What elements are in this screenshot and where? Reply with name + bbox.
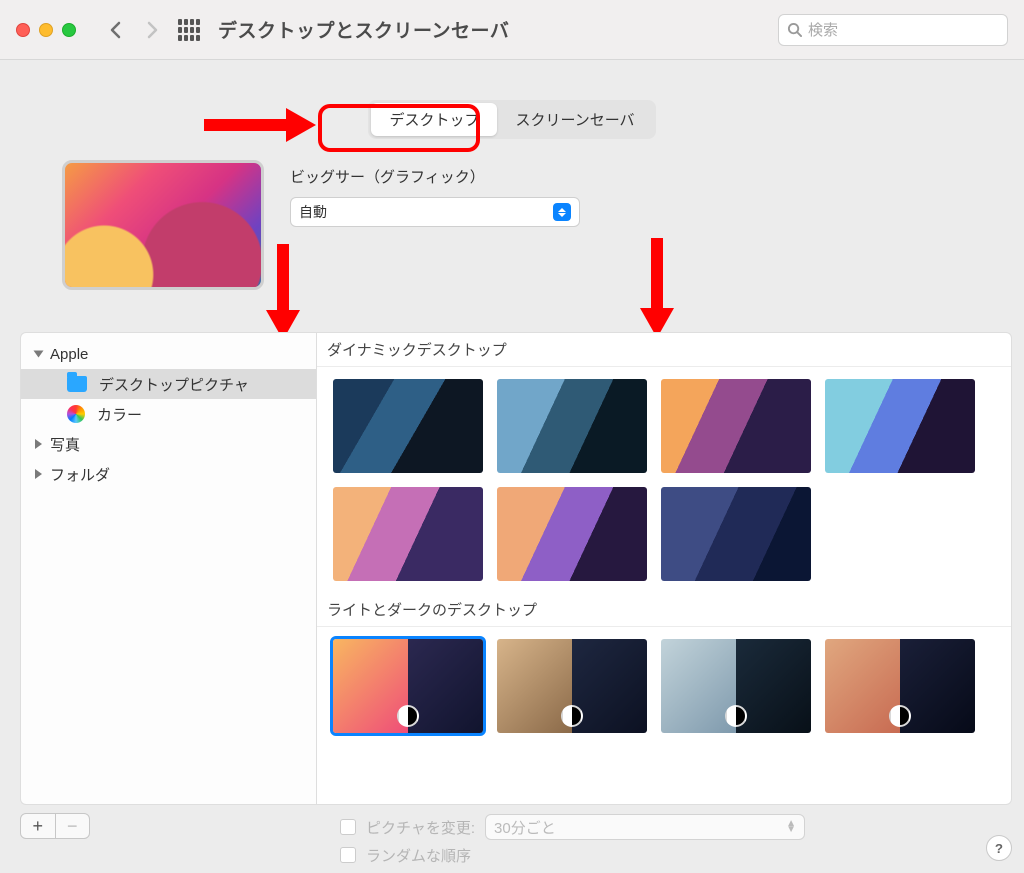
wallpaper-thumb[interactable] xyxy=(333,379,483,473)
search-placeholder: 検索 xyxy=(808,19,838,40)
zoom-window-button[interactable] xyxy=(62,23,76,37)
color-wheel-icon xyxy=(67,405,85,423)
wallpaper-thumb[interactable] xyxy=(333,487,483,581)
toolbar: デスクトップとスクリーンセーバ 検索 xyxy=(0,0,1024,60)
appearance-mode-dropdown[interactable]: 自動 xyxy=(290,197,580,227)
wallpaper-thumb[interactable] xyxy=(497,379,647,473)
sidebar-label: Apple xyxy=(50,346,88,363)
sidebar-group-photos[interactable]: 写真 xyxy=(21,429,316,459)
main-split: Apple デスクトップピクチャ カラー 写真 フォルダ ダイナミックデスクトッ… xyxy=(20,332,1012,805)
wallpaper-grid-panel: ダイナミックデスクトップ ライトとダークのデスクトップ xyxy=(316,332,1012,805)
disclosure-triangle-icon xyxy=(35,439,42,449)
light-dark-badge-icon xyxy=(725,705,747,727)
footer-options: ピクチャを変更: 30分ごと ▲▼ ランダムな順序 xyxy=(340,813,805,869)
change-picture-label: ピクチャを変更: xyxy=(366,817,475,838)
chevron-left-icon xyxy=(109,21,121,39)
wallpaper-thumb[interactable] xyxy=(825,379,975,473)
sidebar-label: フォルダ xyxy=(50,464,110,485)
add-source-button[interactable]: + xyxy=(21,814,56,838)
wallpaper-thumb[interactable] xyxy=(661,379,811,473)
wallpaper-thumb[interactable] xyxy=(497,487,647,581)
tab-segmented-control: デスクトップ スクリーンセーバ xyxy=(368,100,655,139)
wallpaper-thumb[interactable] xyxy=(661,487,811,581)
sidebar-label: 写真 xyxy=(50,434,80,455)
light-dark-badge-icon xyxy=(397,705,419,727)
annotation-arrow-right xyxy=(204,104,316,146)
sidebar-group-folders[interactable]: フォルダ xyxy=(21,459,316,489)
dynamic-thumbnails xyxy=(317,367,1011,593)
help-button[interactable]: ? xyxy=(986,835,1012,861)
folder-icon xyxy=(67,376,87,392)
sidebar-item-colors[interactable]: カラー xyxy=(21,399,316,429)
back-button[interactable] xyxy=(102,17,128,43)
current-wallpaper-preview xyxy=(62,160,264,290)
tab-row: デスクトップ スクリーンセーバ xyxy=(0,100,1024,139)
all-prefs-icon[interactable] xyxy=(178,19,200,41)
wallpaper-thumb[interactable] xyxy=(333,639,483,733)
footer: + − ピクチャを変更: 30分ごと ▲▼ ランダムな順序 xyxy=(20,807,1012,873)
wallpaper-name-label: ビッグサー（グラフィック） xyxy=(290,166,580,187)
interval-selected: 30分ごと xyxy=(494,817,556,838)
search-icon xyxy=(787,22,802,37)
sidebar-label: カラー xyxy=(97,404,142,425)
change-picture-checkbox[interactable] xyxy=(340,819,356,835)
wallpaper-thumb[interactable] xyxy=(661,639,811,733)
window-controls xyxy=(16,23,76,37)
tab-desktop[interactable]: デスクトップ xyxy=(371,103,497,136)
tab-screensaver[interactable]: スクリーンセーバ xyxy=(497,103,652,136)
sidebar-group-apple[interactable]: Apple xyxy=(21,339,316,369)
add-remove-source: + − xyxy=(20,813,90,839)
remove-source-button[interactable]: − xyxy=(56,814,90,838)
minimize-window-button[interactable] xyxy=(39,23,53,37)
dropdown-selected-value: 自動 xyxy=(299,202,327,222)
window-title: デスクトップとスクリーンセーバ xyxy=(218,16,509,43)
preview-area: ビッグサー（グラフィック） 自動 xyxy=(62,160,580,290)
updown-chevron-icon: ▲▼ xyxy=(786,821,796,833)
sidebar-label: デスクトップピクチャ xyxy=(99,374,249,395)
wallpaper-thumb[interactable] xyxy=(497,639,647,733)
annotation-arrow-down-right xyxy=(636,238,678,338)
random-order-checkbox[interactable] xyxy=(340,847,356,863)
forward-button[interactable] xyxy=(140,17,166,43)
source-sidebar: Apple デスクトップピクチャ カラー 写真 フォルダ xyxy=(20,332,316,805)
chevron-right-icon xyxy=(147,21,159,39)
updown-chevron-icon xyxy=(553,203,571,221)
change-interval-dropdown[interactable]: 30分ごと ▲▼ xyxy=(485,814,805,840)
disclosure-triangle-icon xyxy=(34,351,44,358)
lightdark-thumbnails xyxy=(317,627,1011,745)
search-field[interactable]: 検索 xyxy=(778,14,1008,46)
light-dark-badge-icon xyxy=(561,705,583,727)
section-lightdark-title: ライトとダークのデスクトップ xyxy=(317,593,1011,627)
sidebar-item-desktop-pictures[interactable]: デスクトップピクチャ xyxy=(21,369,316,399)
disclosure-triangle-icon xyxy=(35,469,42,479)
wallpaper-thumb[interactable] xyxy=(825,639,975,733)
random-order-label: ランダムな順序 xyxy=(366,845,471,866)
light-dark-badge-icon xyxy=(889,705,911,727)
section-dynamic-title: ダイナミックデスクトップ xyxy=(317,333,1011,367)
close-window-button[interactable] xyxy=(16,23,30,37)
